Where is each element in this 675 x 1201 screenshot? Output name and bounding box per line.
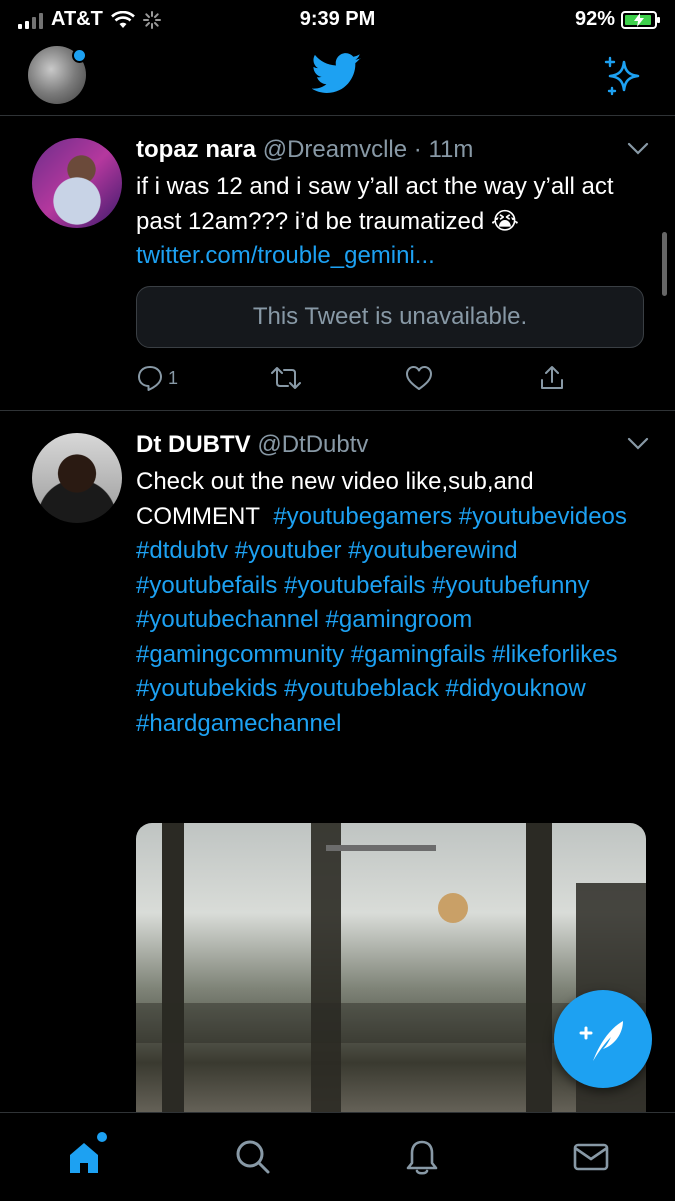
timeline-header <box>0 40 675 116</box>
heart-icon <box>406 366 432 390</box>
battery-percent: 92% <box>574 8 615 30</box>
search-icon[interactable] <box>233 1137 273 1177</box>
author-name[interactable]: Dt DUBTV <box>136 431 251 458</box>
share-button[interactable] <box>538 364 566 392</box>
author-handle: @Dreamvclle <box>262 136 408 163</box>
home-icon[interactable] <box>64 1137 104 1177</box>
media-shape <box>526 823 552 1123</box>
tweet-text: if i was 12 and i saw y’all act the way … <box>136 170 646 274</box>
share-icon <box>541 366 563 389</box>
reply-count: 1 <box>168 367 179 388</box>
home-unread-dot <box>97 1132 107 1142</box>
tweet-header: Dt DUBTV @DtDubtv <box>136 431 368 459</box>
compose-feather-icon <box>579 1021 623 1061</box>
tweet-author-avatar[interactable] <box>32 138 122 228</box>
twitter-bird-icon[interactable] <box>312 52 362 96</box>
bottom-tab-bar <box>0 1112 675 1201</box>
reply-icon <box>138 366 162 391</box>
tweet-time: 11m <box>428 136 474 163</box>
tweet-card[interactable]: topaz nara @Dreamvclle · 11m if i was 12… <box>0 116 675 411</box>
battery-icon <box>621 10 660 29</box>
media-shape <box>311 823 341 1123</box>
tweet-hashtags[interactable]: #youtubegamers #youtubevideos #dtdubtv #… <box>136 503 627 737</box>
scrollbar[interactable] <box>662 232 667 296</box>
media-shape <box>326 845 436 851</box>
retweet-icon <box>271 367 301 389</box>
mail-icon[interactable] <box>571 1137 611 1177</box>
tweet-text: Check out the new video like,sub,and COM… <box>136 465 646 741</box>
separator-dot: · <box>413 136 422 163</box>
tweet-author-avatar[interactable] <box>32 433 122 523</box>
tweet-text-content: if i was 12 and i saw y’all act the way … <box>136 173 614 235</box>
media-shape <box>438 893 468 923</box>
notification-dot <box>72 48 87 63</box>
compose-tweet-button[interactable] <box>554 990 652 1088</box>
author-handle: @DtDubtv <box>257 431 369 458</box>
chevron-down-icon[interactable] <box>627 142 649 156</box>
tweet-actions: 1 <box>136 364 576 398</box>
battery-cap <box>657 16 660 23</box>
status-time: 9:39 PM <box>299 8 376 30</box>
chevron-down-icon[interactable] <box>627 437 649 451</box>
charging-bolt-icon <box>634 12 644 27</box>
quoted-tweet-unavailable: This Tweet is unavailable. <box>136 286 644 348</box>
author-name[interactable]: topaz nara <box>136 136 256 163</box>
reply-button[interactable]: 1 <box>136 364 178 392</box>
video-thumbnail[interactable] <box>136 823 646 1123</box>
sparkle-icon[interactable] <box>602 54 646 98</box>
like-button[interactable] <box>404 364 434 392</box>
retweet-button[interactable] <box>270 364 302 392</box>
tweet-header: topaz nara @Dreamvclle · 11m <box>136 136 473 164</box>
status-right: 92% <box>574 8 660 31</box>
status-bar: AT&T 9:39 PM 92% <box>0 0 675 40</box>
tweet-link[interactable]: twitter.com/trouble_gemini... <box>136 242 435 269</box>
media-shape <box>162 823 184 1123</box>
bell-icon[interactable] <box>402 1137 442 1177</box>
